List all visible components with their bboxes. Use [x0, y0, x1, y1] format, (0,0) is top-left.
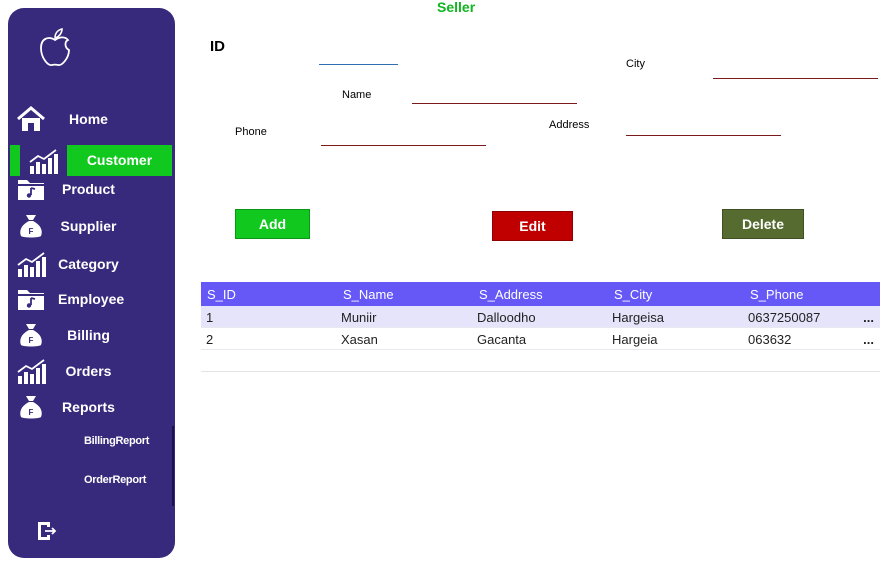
- sidebar-item-label: Product: [62, 181, 115, 197]
- logout-icon[interactable]: [36, 520, 58, 542]
- overflow-indicator: ...: [863, 332, 874, 347]
- folder-music-icon: [18, 180, 44, 200]
- delete-button[interactable]: Delete: [722, 209, 804, 239]
- chart-icon: [29, 149, 58, 174]
- submenu-item-order-report[interactable]: OrderReport: [84, 474, 174, 486]
- column-header[interactable]: S_Phone: [750, 287, 804, 302]
- sidebar-item-label: Home: [69, 111, 108, 127]
- city-field[interactable]: [713, 63, 878, 79]
- money-bag-icon: F: [20, 324, 42, 347]
- column-header[interactable]: S_City: [614, 287, 652, 302]
- table-header: S_ID S_Name S_Address S_City S_Phone: [201, 282, 880, 306]
- home-icon: [17, 106, 45, 131]
- sidebar-item-category[interactable]: Category: [8, 248, 175, 280]
- phone-field[interactable]: [321, 130, 486, 146]
- sidebar-item-orders[interactable]: Orders: [8, 355, 175, 387]
- column-header[interactable]: S_Address: [479, 287, 543, 302]
- table-cell: Gacanta: [477, 332, 527, 347]
- table-cell: 1: [206, 310, 214, 325]
- name-field[interactable]: [412, 88, 577, 104]
- address-label: Address: [549, 119, 590, 131]
- id-label: ID: [210, 38, 225, 55]
- money-bag-icon: F: [20, 396, 42, 419]
- apple-logo-icon: [40, 28, 70, 66]
- table-row[interactable]: 2 Xasan Gacanta Hargeia 063632 ...: [201, 328, 880, 350]
- table-row[interactable]: 1 Muniir Dalloodho Hargeisa 0637250087 .…: [201, 306, 880, 328]
- column-header[interactable]: S_ID: [207, 287, 236, 302]
- table-cell: Hargeisa: [612, 310, 665, 325]
- table-cell: Xasan: [341, 332, 378, 347]
- page-title: Seller: [437, 0, 476, 15]
- sidebar-item-employee[interactable]: Employee: [8, 283, 175, 315]
- name-label: Name: [342, 89, 372, 101]
- sidebar-item-product[interactable]: Product: [8, 173, 175, 205]
- submenu-item-billing-report[interactable]: BillingReport: [84, 435, 174, 447]
- address-field[interactable]: [626, 120, 781, 136]
- id-field[interactable]: [319, 49, 398, 65]
- sidebar-item-label: Billing: [67, 327, 110, 343]
- sidebar-item-billing[interactable]: F Billing: [8, 319, 175, 351]
- money-bag-icon: F: [20, 215, 42, 238]
- column-header[interactable]: S_Name: [343, 287, 394, 302]
- edit-button[interactable]: Edit: [492, 211, 573, 241]
- table-cell: Hargeia: [612, 332, 658, 347]
- sidebar-item-label: Supplier: [60, 218, 117, 234]
- add-button[interactable]: Add: [235, 209, 310, 239]
- city-label: City: [626, 58, 645, 70]
- sidebar-item-label: Reports: [62, 399, 115, 415]
- folder-music-icon: [18, 290, 44, 310]
- chart-icon: [17, 359, 46, 384]
- sidebar-item-reports[interactable]: F Reports: [8, 391, 175, 423]
- svg-text:F: F: [29, 227, 34, 236]
- svg-text:F: F: [29, 336, 34, 345]
- chart-icon: [17, 252, 46, 277]
- overflow-indicator: ...: [863, 310, 874, 325]
- table-bottom-border: [201, 371, 880, 372]
- sidebar-item-label: Orders: [65, 363, 112, 379]
- table-cell: 0637250087: [748, 310, 821, 325]
- sidebar: Home Customer Product F Supplier Categor…: [8, 8, 175, 558]
- table-cell: 063632: [748, 332, 792, 347]
- svg-text:F: F: [29, 408, 34, 417]
- sidebar-item-label: Employee: [58, 291, 125, 307]
- table-cell: Muniir: [341, 310, 377, 325]
- table-cell: 2: [206, 332, 214, 347]
- sellers-table[interactable]: S_ID S_Name S_Address S_City S_Phone 1 M…: [201, 282, 880, 350]
- sidebar-item-supplier[interactable]: F Supplier: [8, 210, 175, 242]
- phone-label: Phone: [235, 126, 267, 138]
- sidebar-item-home[interactable]: Home: [8, 103, 175, 135]
- sidebar-item-label[interactable]: Customer: [67, 145, 172, 176]
- sidebar-item-label: Category: [58, 256, 119, 272]
- table-cell: Dalloodho: [477, 310, 536, 325]
